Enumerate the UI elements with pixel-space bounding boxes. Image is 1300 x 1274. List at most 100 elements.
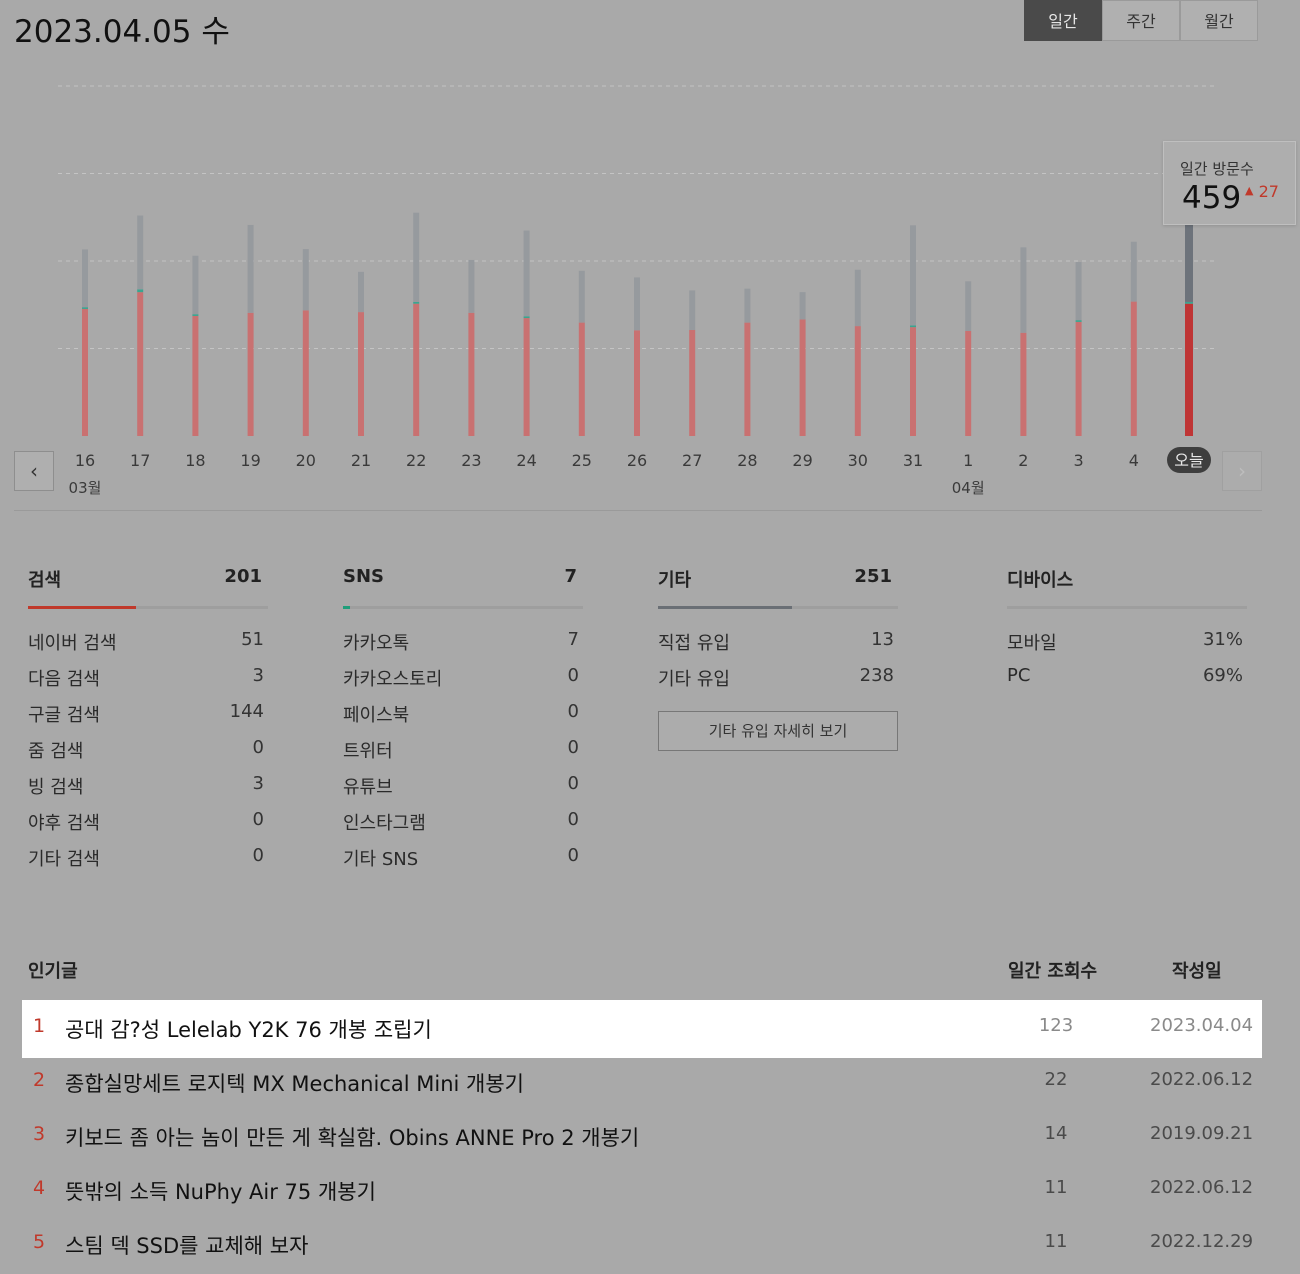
chart-tick-label: 1 [963,451,973,470]
post-title[interactable]: 공대 감?성 Lelelab Y2K 76 개봉 조립기 [65,1014,432,1044]
chart-tick-label: 3 [1074,451,1084,470]
stat-row: 다음 검색 3 [28,665,268,701]
chart-next-button[interactable]: › [1222,451,1262,491]
chart-bar-segment [192,314,199,316]
stat-row-value: 0 [567,665,579,686]
stat-row: 인스타그램 0 [343,809,583,845]
chart-bar-segment [468,312,475,436]
chart-tick-label: 26 [627,451,647,470]
stat-title: SNS [343,566,384,587]
stat-row-value: 0 [567,809,579,830]
stat-row-label: 다음 검색 [28,669,100,690]
stat-row-label: 페이스북 [343,705,410,726]
stat-row: 기타 SNS 0 [343,845,583,881]
stat-row-value: 13 [871,629,894,650]
chart-tick-label: 24 [516,451,536,470]
stat-row: 네이버 검색 51 [28,629,268,665]
stat-row: 빙 검색 3 [28,773,268,809]
chart-bar-segment [1130,301,1137,436]
chart-bar-segment [1075,320,1082,322]
chart-bar-segment [192,315,199,436]
post-title[interactable]: 키보드 좀 아는 놈이 만든 게 확실함. Obins ANNE Pro 2 개… [65,1122,639,1152]
stat-row: 페이스북 0 [343,701,583,737]
chart-prev-button[interactable]: ‹ [14,451,54,491]
stat-row-label: 기타 SNS [343,849,419,870]
post-date: 2022.06.12 [1150,1069,1254,1090]
post-rank: 3 [33,1123,46,1145]
popular-post-row[interactable]: 1 공대 감?성 Lelelab Y2K 76 개봉 조립기 123 2023.04.… [22,1000,1262,1058]
stat-row-value: 3 [252,773,264,794]
popular-post-row[interactable]: 3 키보드 좀 아는 놈이 만든 게 확실함. Obins ANNE Pro 2 … [22,1108,1262,1166]
chart-bar-segment [634,330,640,436]
chart-tick-label: 31 [903,451,923,470]
stat-row-label: 직접 유입 [658,633,730,654]
post-title[interactable]: 뜻밖의 소득 NuPhy Air 75 개봉기 [65,1176,376,1206]
post-rank: 4 [33,1177,46,1199]
stat-other: 기타 251 직접 유입 13 기타 유입 238 기타 유입 자세히 보기 [658,566,898,751]
chart-bar-segment [689,290,696,330]
stat-row-value: 0 [567,773,579,794]
stat-row: 기타 유입 238 [658,665,898,701]
chart-tick-label: 21 [351,451,371,470]
chart-bar-segment [799,319,806,436]
stat-bar [1007,606,1247,609]
stat-row: 카카오톡 7 [343,629,583,665]
stat-row-label: 네이버 검색 [28,633,117,654]
stat-row: 트위터 0 [343,737,583,773]
chart-bar-segment [192,255,199,315]
post-views: 14 [1044,1123,1068,1144]
popular-post-row[interactable]: 2 종합실망세트 로지텍 MX Mechanical Mini 개봉기 22 2022… [22,1054,1262,1112]
stat-row-label: 카카오톡 [343,633,410,654]
col-daily-views: 일간 조회수 [1008,961,1098,982]
chart-bar-segment [578,322,585,436]
chart-month-label: 04월 [952,479,985,497]
stat-row-value: 3 [252,665,264,686]
stat-row: 줌 검색 0 [28,737,268,773]
triangle-up-icon: ▲ [1245,184,1254,197]
chart-bar-segment [1020,247,1027,333]
chart-bar-segment [247,312,254,436]
stat-total: 251 [854,566,892,587]
chart-bar-segment [744,322,751,436]
chart-tick-label: 18 [185,451,205,470]
chart-bar-segment [1185,303,1193,436]
chart-bar-segment [468,259,475,313]
chart-tick-label: 19 [240,451,260,470]
post-title[interactable]: 스팀 덱 SSD를 교체해 보자 [65,1230,308,1260]
stat-row: 유튜브 0 [343,773,583,809]
stat-row-value: 0 [567,701,579,722]
stat-row-value: 0 [252,737,264,758]
tab-monthly[interactable]: 월간 [1180,0,1258,41]
chart-bar-segment [1020,332,1027,436]
chart-bar-segment [413,301,420,304]
chart-bar-segment [744,288,751,323]
popular-post-row[interactable]: 4 뜻밖의 소득 NuPhy Air 75 개봉기 11 2022.06.12 [22,1162,1262,1220]
chart-bar-segment [82,308,88,436]
popular-title: 인기글 [28,961,78,982]
chart-bar-segment [634,277,640,331]
stat-row-label: 트위터 [343,741,393,762]
tab-weekly[interactable]: 주간 [1102,0,1180,41]
chart-tick-label: 16 [75,451,95,470]
stat-search: 검색 201 네이버 검색 51 다음 검색 3 구글 검색 144 줌 검색 0 빙 검색 3 야… [28,566,268,881]
stat-row: 구글 검색 144 [28,701,268,737]
other-inflow-detail-button[interactable]: 기타 유입 자세히 보기 [658,711,898,751]
chart-bar-segment [413,303,420,436]
stat-bar-fill [28,606,136,609]
stat-row-value: 7 [567,629,579,650]
post-title[interactable]: 종합실망세트 로지텍 MX Mechanical Mini 개봉기 [65,1068,524,1098]
chart-tick-label: 29 [792,451,812,470]
stat-row-label: 인스타그램 [343,813,426,834]
stat-row: 야후 검색 0 [28,809,268,845]
chart-bar-segment [578,270,585,323]
popular-header: 인기글 일간 조회수 작성일 [28,957,1250,982]
post-date: 2022.06.12 [1150,1177,1254,1198]
popular-post-row[interactable]: 5 스팀 덱 SSD를 교체해 보자 11 2022.12.29 [22,1216,1262,1274]
stat-row-label: 유튜브 [343,777,393,798]
stat-bar [343,606,583,609]
stat-row-label: 기타 검색 [28,849,100,870]
stat-bar [658,606,898,609]
post-views: 11 [1044,1177,1068,1198]
tab-daily[interactable]: 일간 [1024,0,1102,41]
chart-bar-segment [689,329,696,436]
